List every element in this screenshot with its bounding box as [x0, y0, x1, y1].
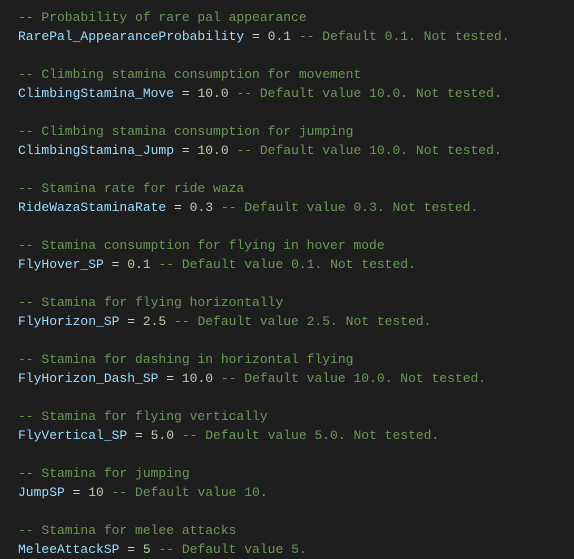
lua-comment: -- Stamina consumption for flying in hov…: [18, 238, 385, 253]
lua-comment: -- Climbing stamina consumption for move…: [18, 67, 361, 82]
code-line: [18, 445, 574, 464]
code-line: -- Stamina for jumping: [18, 464, 574, 483]
lua-comment: -- Default value 5.0. Not tested.: [174, 428, 439, 443]
lua-identifier: ClimbingStamina_Move: [18, 86, 174, 101]
code-line: -- Stamina for flying vertically: [18, 407, 574, 426]
lua-number: 2.5: [143, 314, 166, 329]
code-line: -- Probability of rare pal appearance: [18, 8, 574, 27]
lua-number: 10.0: [197, 143, 228, 158]
lua-number: 10: [88, 485, 104, 500]
lua-number: 10.0: [197, 86, 228, 101]
lua-comment: -- Stamina for flying horizontally: [18, 295, 283, 310]
lua-identifier: RarePal_AppearanceProbability: [18, 29, 244, 44]
lua-comment: -- Default value 10.0. Not tested.: [213, 371, 486, 386]
code-line: RarePal_AppearanceProbability = 0.1 -- D…: [18, 27, 574, 46]
code-line: ClimbingStamina_Jump = 10.0 -- Default v…: [18, 141, 574, 160]
code-line: [18, 103, 574, 122]
lua-comment: -- Stamina for dashing in horizontal fly…: [18, 352, 353, 367]
lua-comment: -- Default value 2.5. Not tested.: [166, 314, 431, 329]
lua-identifier: FlyHover_SP: [18, 257, 104, 272]
lua-comment: -- Default value 10.0. Not tested.: [229, 86, 502, 101]
code-line: [18, 274, 574, 293]
lua-comment: -- Default value 5.: [151, 542, 307, 557]
code-line: [18, 160, 574, 179]
code-line: FlyHorizon_Dash_SP = 10.0 -- Default val…: [18, 369, 574, 388]
lua-comment: -- Default value 0.1. Not tested.: [151, 257, 416, 272]
lua-operator: =: [104, 257, 127, 272]
lua-operator: =: [174, 86, 197, 101]
lua-identifier: ClimbingStamina_Jump: [18, 143, 174, 158]
lua-operator: =: [119, 542, 142, 557]
code-line: -- Stamina for melee attacks: [18, 521, 574, 540]
lua-operator: =: [244, 29, 267, 44]
lua-operator: =: [65, 485, 88, 500]
lua-identifier: FlyHorizon_SP: [18, 314, 119, 329]
lua-comment: -- Default value 0.3. Not tested.: [213, 200, 478, 215]
code-line: JumpSP = 10 -- Default value 10.: [18, 483, 574, 502]
lua-comment: -- Stamina for flying vertically: [18, 409, 268, 424]
lua-operator: =: [127, 428, 150, 443]
code-line: MeleeAttackSP = 5 -- Default value 5.: [18, 540, 574, 559]
code-line: ClimbingStamina_Move = 10.0 -- Default v…: [18, 84, 574, 103]
code-line: -- Stamina consumption for flying in hov…: [18, 236, 574, 255]
code-line: -- Climbing stamina consumption for move…: [18, 65, 574, 84]
code-editor[interactable]: -- Probability of rare pal appearance Rar…: [0, 0, 574, 559]
code-line: -- Climbing stamina consumption for jump…: [18, 122, 574, 141]
lua-identifier: RideWazaStaminaRate: [18, 200, 166, 215]
lua-comment: -- Stamina for jumping: [18, 466, 190, 481]
lua-comment: -- Default value 10.0. Not tested.: [229, 143, 502, 158]
lua-operator: =: [119, 314, 142, 329]
lua-comment: -- Stamina rate for ride waza: [18, 181, 244, 196]
lua-number: 0.3: [190, 200, 213, 215]
lua-number: 5: [143, 542, 151, 557]
lua-number: 5.0: [151, 428, 174, 443]
code-line: FlyHover_SP = 0.1 -- Default value 0.1. …: [18, 255, 574, 274]
code-line: [18, 331, 574, 350]
lua-number: 10.0: [182, 371, 213, 386]
code-line: -- Stamina for dashing in horizontal fly…: [18, 350, 574, 369]
code-line: -- Stamina rate for ride waza: [18, 179, 574, 198]
lua-identifier: JumpSP: [18, 485, 65, 500]
code-line: -- Stamina for flying horizontally: [18, 293, 574, 312]
code-line: [18, 217, 574, 236]
lua-operator: =: [166, 200, 189, 215]
code-line: FlyHorizon_SP = 2.5 -- Default value 2.5…: [18, 312, 574, 331]
lua-comment: -- Default value 10.: [104, 485, 268, 500]
lua-comment: -- Stamina for melee attacks: [18, 523, 236, 538]
code-line: [18, 502, 574, 521]
lua-operator: =: [158, 371, 181, 386]
code-line: RideWazaStaminaRate = 0.3 -- Default val…: [18, 198, 574, 217]
lua-comment: -- Probability of rare pal appearance: [18, 10, 307, 25]
lua-comment: -- Default 0.1. Not tested.: [291, 29, 509, 44]
lua-comment: -- Climbing stamina consumption for jump…: [18, 124, 353, 139]
lua-operator: =: [174, 143, 197, 158]
code-line: [18, 46, 574, 65]
lua-number: 0.1: [127, 257, 150, 272]
lua-identifier: FlyHorizon_Dash_SP: [18, 371, 158, 386]
code-line: [18, 388, 574, 407]
lua-number: 0.1: [268, 29, 291, 44]
lua-identifier: MeleeAttackSP: [18, 542, 119, 557]
code-line: FlyVertical_SP = 5.0 -- Default value 5.…: [18, 426, 574, 445]
lua-identifier: FlyVertical_SP: [18, 428, 127, 443]
